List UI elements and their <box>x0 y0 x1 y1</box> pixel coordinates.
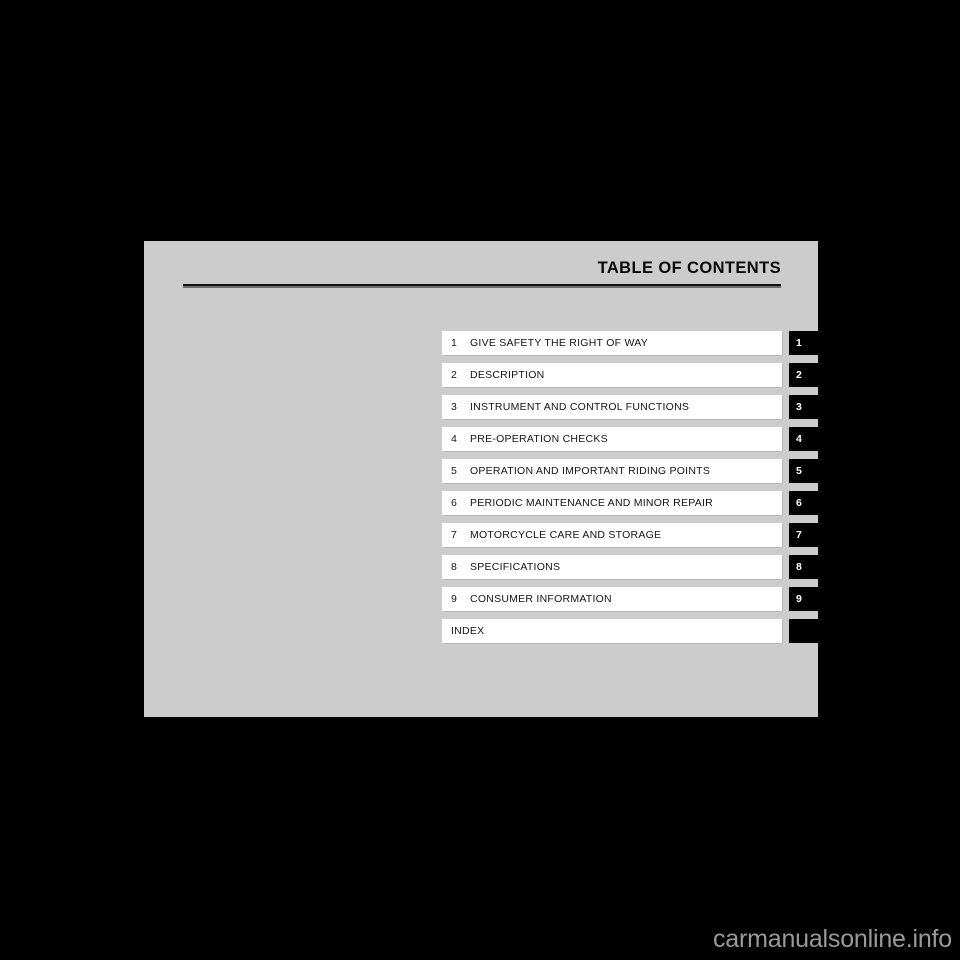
toc-entry-number: 4 <box>451 433 458 445</box>
chapter-tab[interactable]: 3 <box>789 395 818 419</box>
toc-entry-content: 6 PERIODIC MAINTENANCE AND MINOR REPAIR <box>451 491 713 515</box>
chapter-tab[interactable]: 8 <box>789 555 818 579</box>
chapter-tab[interactable]: 4 <box>789 427 818 451</box>
toc-entry-content: 8 SPECIFICATIONS <box>451 555 560 579</box>
toc-entry-row[interactable]: INDEX <box>442 619 782 643</box>
toc-entry-number: 3 <box>451 401 458 413</box>
toc-entry-row[interactable]: 3 INSTRUMENT AND CONTROL FUNCTIONS <box>442 395 782 419</box>
toc-entry-number: 8 <box>451 561 458 573</box>
toc-entry-content: 3 INSTRUMENT AND CONTROL FUNCTIONS <box>451 395 689 419</box>
toc-entry-row[interactable]: 9 CONSUMER INFORMATION <box>442 587 782 611</box>
toc-entry-row[interactable]: 5 OPERATION AND IMPORTANT RIDING POINTS <box>442 459 782 483</box>
toc-entry-label: MOTORCYCLE CARE AND STORAGE <box>470 529 662 541</box>
title-underline-rule <box>183 284 781 288</box>
toc-entry-number: 1 <box>451 337 458 349</box>
toc-entry-label: INDEX <box>451 625 485 637</box>
toc-entry-content: 7 MOTORCYCLE CARE AND STORAGE <box>451 523 661 547</box>
toc-entry-label: PERIODIC MAINTENANCE AND MINOR REPAIR <box>470 497 713 509</box>
toc-entry-label: PRE-OPERATION CHECKS <box>470 433 608 445</box>
toc-entry-row[interactable]: 7 MOTORCYCLE CARE AND STORAGE <box>442 523 782 547</box>
chapter-tab-number: 5 <box>796 465 802 477</box>
chapter-tab[interactable]: 9 <box>789 587 818 611</box>
chapter-tab[interactable]: 1 <box>789 331 818 355</box>
chapter-tab[interactable]: 2 <box>789 363 818 387</box>
chapter-tab-number: 7 <box>796 529 802 541</box>
toc-entry-label: CONSUMER INFORMATION <box>470 593 612 605</box>
chapter-tab-strip: 1 2 3 4 5 6 7 8 9 <box>789 331 818 651</box>
toc-entry-row[interactable]: 8 SPECIFICATIONS <box>442 555 782 579</box>
toc-entry-label: DESCRIPTION <box>470 369 545 381</box>
toc-entry-label: OPERATION AND IMPORTANT RIDING POINTS <box>470 465 711 477</box>
table-of-contents-header: TABLE OF CONTENTS <box>144 241 818 301</box>
toc-entry-number: 9 <box>451 593 458 605</box>
toc-entry-content: INDEX <box>451 619 484 643</box>
toc-entry-content: 4 PRE-OPERATION CHECKS <box>451 427 608 451</box>
toc-entry-number: 6 <box>451 497 458 509</box>
toc-entry-number: 7 <box>451 529 458 541</box>
chapter-tab[interactable]: 7 <box>789 523 818 547</box>
toc-entry-row[interactable]: 4 PRE-OPERATION CHECKS <box>442 427 782 451</box>
chapter-tab-number: 6 <box>796 497 802 509</box>
chapter-tab-number: 8 <box>796 561 802 573</box>
rule-line-light <box>183 286 781 288</box>
manual-page-sheet: TABLE OF CONTENTS 1 GIVE SAFETY THE RIGHT… <box>144 241 818 717</box>
chapter-tab[interactable]: 5 <box>789 459 818 483</box>
toc-entry-row[interactable]: 6 PERIODIC MAINTENANCE AND MINOR REPAIR <box>442 491 782 515</box>
toc-entry-content: 1 GIVE SAFETY THE RIGHT OF WAY <box>451 331 648 355</box>
page-title: TABLE OF CONTENTS <box>597 259 781 277</box>
toc-entry-label: GIVE SAFETY THE RIGHT OF WAY <box>470 337 648 349</box>
chapter-tab-number: 1 <box>796 337 802 349</box>
toc-entry-number: 2 <box>451 369 458 381</box>
chapter-tab-number: 2 <box>796 369 802 381</box>
chapter-tab[interactable]: 6 <box>789 491 818 515</box>
toc-entry-content: 2 DESCRIPTION <box>451 363 545 387</box>
toc-entry-content: 9 CONSUMER INFORMATION <box>451 587 612 611</box>
toc-entry-row[interactable]: 1 GIVE SAFETY THE RIGHT OF WAY <box>442 331 782 355</box>
chapter-tab[interactable] <box>789 619 818 643</box>
toc-entry-label: INSTRUMENT AND CONTROL FUNCTIONS <box>470 401 690 413</box>
table-of-contents-list: 1 GIVE SAFETY THE RIGHT OF WAY 2 DESCRIPTIO… <box>442 331 782 651</box>
site-watermark: carmanualsonline.info <box>712 925 952 953</box>
chapter-tab-number: 4 <box>796 433 802 445</box>
toc-entry-number: 5 <box>451 465 458 477</box>
chapter-tab-number: 3 <box>796 401 802 413</box>
toc-entry-row[interactable]: 2 DESCRIPTION <box>442 363 782 387</box>
toc-entry-label: SPECIFICATIONS <box>470 561 561 573</box>
chapter-tab-number: 9 <box>796 593 802 605</box>
toc-entry-content: 5 OPERATION AND IMPORTANT RIDING POINTS <box>451 459 710 483</box>
